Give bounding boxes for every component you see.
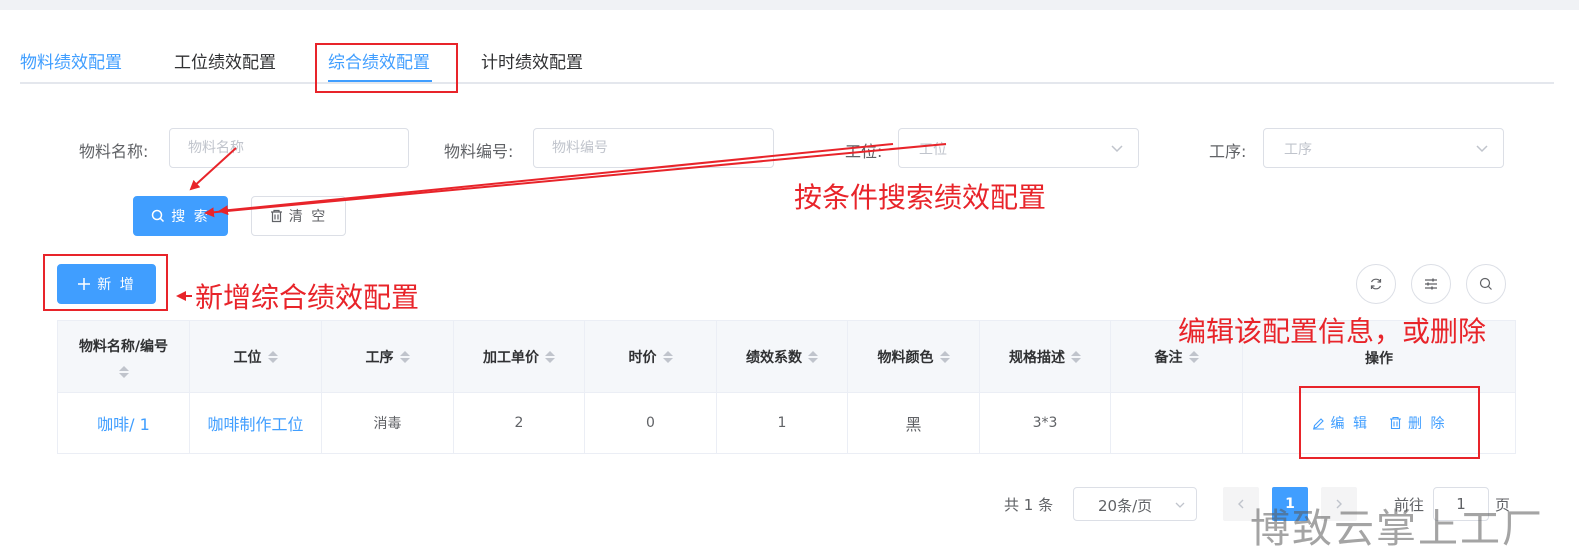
column-header-label: 操作 bbox=[1365, 350, 1393, 367]
trash-icon bbox=[270, 209, 282, 223]
coefficient-cell: 1 bbox=[717, 393, 848, 454]
search-button-label: 搜 索 bbox=[171, 209, 210, 225]
column-header-label: 加工单价 bbox=[483, 349, 539, 366]
station-select[interactable]: 工位 bbox=[898, 128, 1139, 168]
column-settings-button[interactable] bbox=[1411, 264, 1451, 304]
process-cell: 消毒 bbox=[322, 393, 454, 454]
annotation-box-add bbox=[43, 254, 168, 311]
column-header[interactable]: 工序 bbox=[322, 321, 454, 393]
search-icon bbox=[152, 209, 165, 223]
station-link[interactable]: 咖啡制作工位 bbox=[190, 393, 322, 454]
column-header[interactable]: 加工单价 bbox=[454, 321, 585, 393]
sort-icon[interactable] bbox=[545, 350, 555, 363]
sliders-icon bbox=[1425, 278, 1437, 290]
process-label: 工序: bbox=[1209, 142, 1247, 161]
top-bar bbox=[0, 0, 1579, 10]
refresh-button[interactable] bbox=[1356, 264, 1396, 304]
search-icon bbox=[1479, 277, 1492, 290]
column-header-label: 规格描述 bbox=[1009, 349, 1065, 366]
watermark: 博致云掌上工厂 bbox=[1250, 506, 1544, 552]
pagination-total: 共 1 条 bbox=[1004, 496, 1054, 514]
spec-cell: 3*3 bbox=[980, 393, 1111, 454]
tab-station-performance[interactable]: 工位绩效配置 bbox=[174, 48, 276, 73]
tab-bar: 物料绩效配置 工位绩效配置 综合绩效配置 计时绩效配置 bbox=[20, 40, 1554, 84]
sort-icon[interactable] bbox=[808, 350, 818, 363]
page-size-select[interactable]: 20条/页 bbox=[1073, 487, 1197, 521]
material-code-input[interactable] bbox=[533, 128, 774, 168]
page-size-value: 20条/页 bbox=[1098, 497, 1153, 515]
remark-cell bbox=[1111, 393, 1243, 454]
unit-price-cell: 2 bbox=[454, 393, 585, 454]
hourly-price-cell: 0 bbox=[585, 393, 717, 454]
sort-icon[interactable] bbox=[662, 350, 673, 363]
chevron-down-icon bbox=[1476, 145, 1488, 153]
chevron-down-icon bbox=[1175, 502, 1185, 508]
material-name-input[interactable] bbox=[169, 128, 409, 168]
column-header-label: 物料颜色 bbox=[877, 349, 934, 366]
column-header-label: 工位 bbox=[233, 349, 262, 366]
column-header-label: 工序 bbox=[365, 349, 394, 366]
column-header[interactable]: 绩效系数 bbox=[717, 321, 848, 393]
column-header-label: 时价 bbox=[628, 349, 657, 366]
station-placeholder: 工位 bbox=[919, 142, 947, 158]
tab-material-performance[interactable]: 物料绩效配置 bbox=[20, 48, 122, 73]
color-cell: 黑 bbox=[848, 393, 980, 454]
clear-button[interactable]: 清 空 bbox=[251, 196, 346, 236]
annotation-add-text: 新增综合绩效配置 bbox=[195, 281, 420, 314]
refresh-icon bbox=[1370, 278, 1382, 290]
column-header[interactable]: 规格描述 bbox=[980, 321, 1111, 393]
material-code-label: 物料编号: bbox=[444, 142, 514, 161]
column-header-label: 物料名称/编号 bbox=[78, 338, 169, 355]
chevron-down-icon bbox=[1111, 145, 1123, 153]
annotation-ops-text: 编辑该配置信息，或删除 bbox=[1178, 315, 1487, 348]
material-link[interactable]: 咖啡/ 1 bbox=[58, 393, 190, 454]
annotation-box-tab bbox=[315, 43, 458, 93]
chevron-left-icon bbox=[1238, 499, 1244, 509]
process-select[interactable]: 工序 bbox=[1263, 128, 1504, 168]
column-header-label: 绩效系数 bbox=[746, 349, 802, 366]
clear-button-label: 清 空 bbox=[288, 209, 328, 225]
annotation-box-actions bbox=[1299, 386, 1480, 459]
column-header[interactable]: 时价 bbox=[585, 321, 717, 393]
process-placeholder: 工序 bbox=[1284, 142, 1312, 158]
sort-icon[interactable] bbox=[118, 365, 129, 378]
column-header[interactable]: 工位 bbox=[190, 321, 322, 393]
sort-icon[interactable] bbox=[267, 350, 278, 363]
station-label: 工位: bbox=[845, 142, 883, 161]
search-button[interactable]: 搜 索 bbox=[133, 196, 228, 236]
material-name-label: 物料名称: bbox=[79, 142, 149, 161]
sort-icon[interactable] bbox=[1188, 350, 1199, 363]
sort-icon[interactable] bbox=[399, 350, 410, 363]
column-header[interactable]: 物料颜色 bbox=[848, 321, 980, 393]
toggle-search-button[interactable] bbox=[1466, 264, 1506, 304]
column-header[interactable]: 物料名称/编号 bbox=[58, 321, 190, 393]
table-row: 咖啡/ 1 咖啡制作工位 消毒 2 0 1 黑 3*3 编 辑 删 除 bbox=[58, 393, 1516, 454]
sort-icon[interactable] bbox=[939, 350, 950, 363]
tab-timed-performance[interactable]: 计时绩效配置 bbox=[481, 48, 583, 73]
annotation-search-text: 按条件搜索绩效配置 bbox=[794, 181, 1047, 214]
sort-icon[interactable] bbox=[1071, 350, 1081, 363]
